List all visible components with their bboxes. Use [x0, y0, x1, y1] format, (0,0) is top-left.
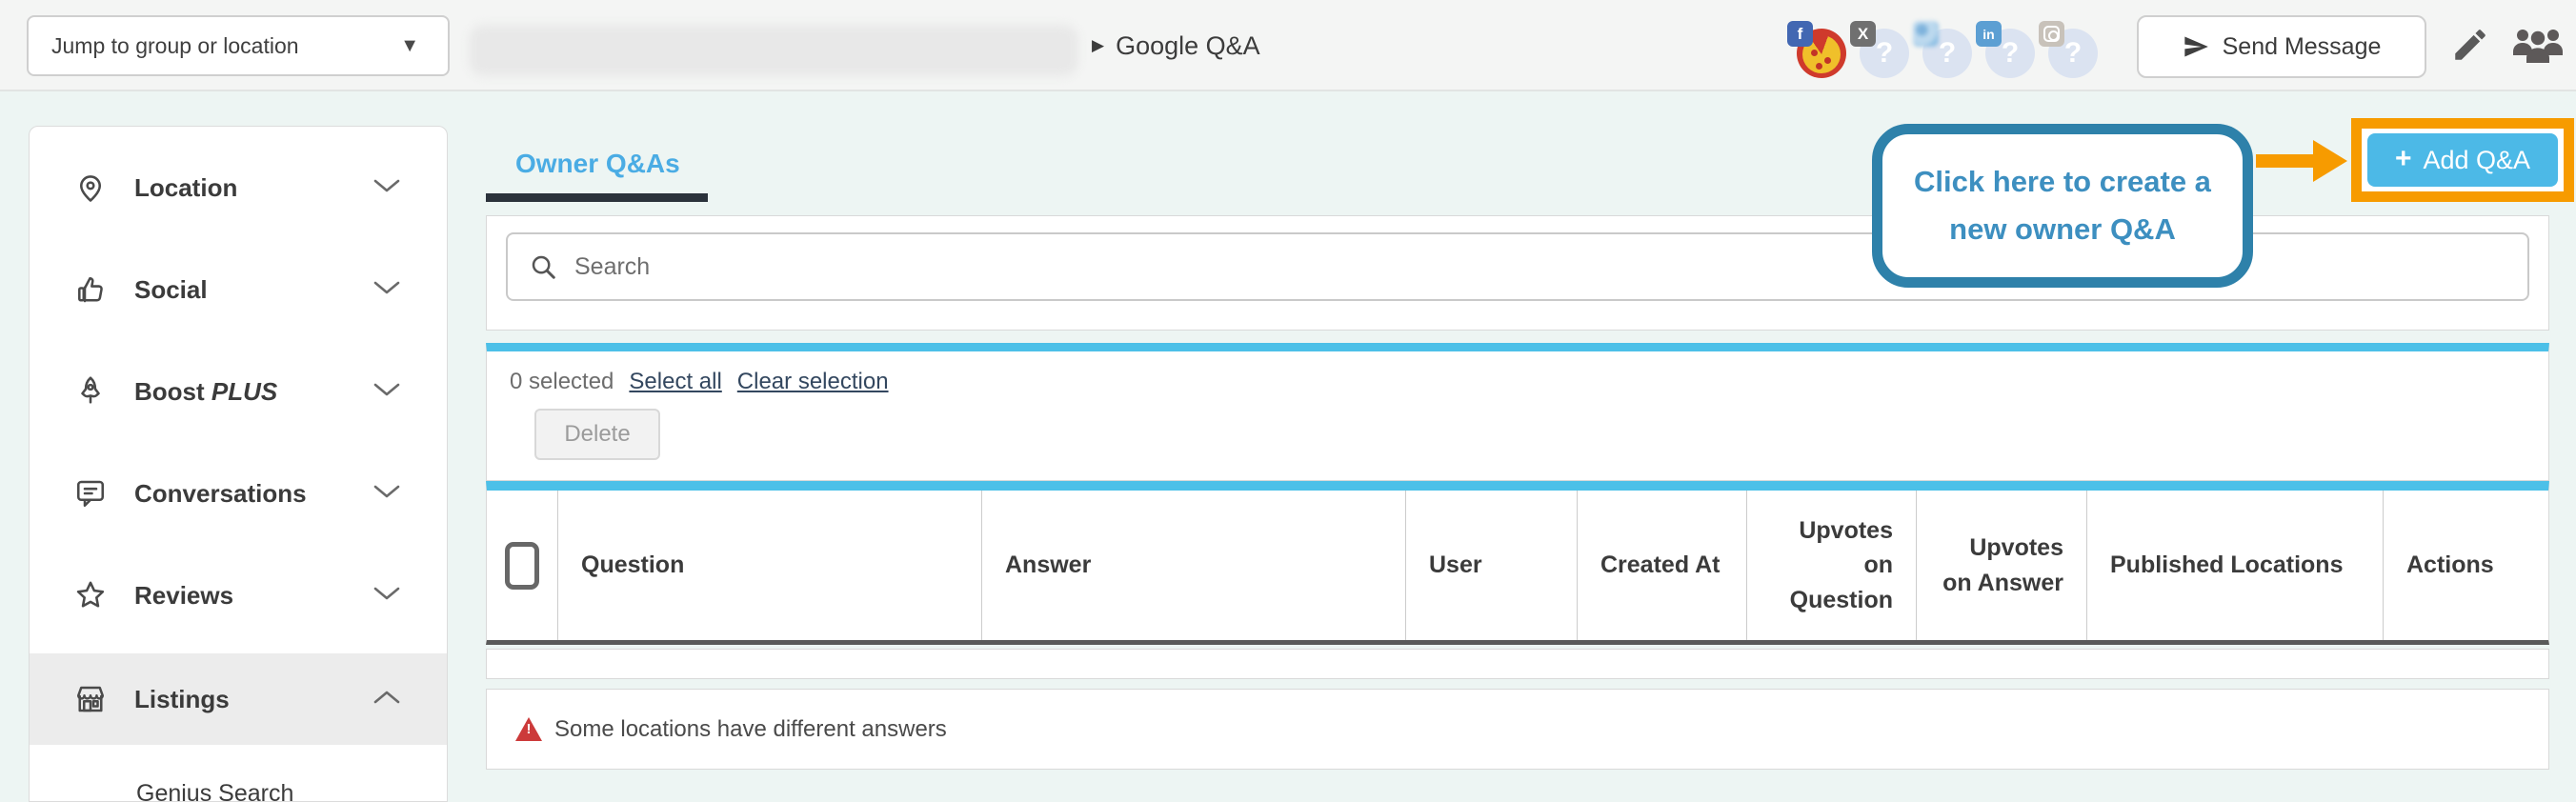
- send-message-button[interactable]: Send Message: [2137, 15, 2426, 78]
- breadcrumb-current-page: Google Q&A: [1116, 31, 1260, 61]
- blurred-social-icon: [1913, 21, 1939, 47]
- add-qa-button[interactable]: + Add Q&A: [2367, 133, 2558, 187]
- empty-table-row: [486, 649, 2549, 679]
- facebook-profile-avatar[interactable]: f: [1797, 29, 1846, 78]
- callout-line-1: Click here to create a: [1914, 158, 2211, 206]
- column-header-created-at[interactable]: Created At: [1578, 491, 1747, 640]
- column-header-actions[interactable]: Actions: [2384, 491, 2548, 640]
- tutorial-callout-bubble: Click here to create a new owner Q&A: [1872, 124, 2253, 288]
- search-icon: [529, 252, 557, 281]
- chevron-up-icon: [372, 689, 401, 711]
- x-profile-avatar[interactable]: X ?: [1860, 29, 1909, 78]
- sidebar-item-label: Social: [134, 275, 372, 305]
- sidebar-item-label: Boost PLUS: [134, 377, 372, 407]
- tab-owner-qas[interactable]: Owner Q&As: [515, 149, 680, 179]
- sidebar-subitem-genius-search[interactable]: Genius Search: [136, 780, 293, 802]
- column-header-answer[interactable]: Answer: [982, 491, 1406, 640]
- header-checkbox[interactable]: [505, 542, 539, 590]
- column-header-question[interactable]: Question: [558, 491, 982, 640]
- clear-selection-link[interactable]: Clear selection: [737, 369, 889, 395]
- rocket-icon: [71, 374, 110, 409]
- linkedin-icon: in: [1976, 21, 2002, 47]
- send-message-label: Send Message: [2223, 33, 2382, 61]
- breadcrumb: ▶ Google Q&A: [1092, 0, 1260, 91]
- chevron-down-icon: [372, 585, 401, 607]
- column-header-published-locations[interactable]: Published Locations: [2087, 491, 2384, 640]
- delete-button[interactable]: Delete: [534, 409, 660, 460]
- select-all-link[interactable]: Select all: [629, 369, 721, 395]
- selected-count: 0 selected: [510, 369, 614, 395]
- add-qa-label: Add Q&A: [2423, 146, 2530, 175]
- annotation-highlight-frame: + Add Q&A: [2351, 118, 2574, 202]
- social-profile-avatars: f X ? ? in ? ?: [1797, 29, 2098, 78]
- linkedin-profile-avatar[interactable]: in ?: [1985, 29, 2035, 78]
- blurred-profile-avatar[interactable]: ?: [1922, 29, 1972, 78]
- edit-pencil-icon[interactable]: [2450, 25, 2490, 70]
- plus-icon: +: [2395, 143, 2412, 175]
- plus-tier-badge: PLUS: [211, 377, 277, 406]
- storefront-icon: [71, 682, 110, 716]
- warning-message: Some locations have different answers: [554, 716, 947, 743]
- callout-line-2: new owner Q&A: [1949, 206, 2176, 253]
- annotation-arrow: [2256, 154, 2317, 168]
- sidebar-item-label: Listings: [134, 685, 372, 714]
- qa-table-header: Question Answer User Created At Upvotes …: [486, 481, 2549, 645]
- dropdown-caret-icon: ▼: [400, 35, 419, 57]
- selection-toolbar: 0 selected Select all Clear selection De…: [486, 343, 2549, 481]
- star-icon: [71, 578, 110, 612]
- instagram-icon: [2039, 21, 2064, 47]
- sidebar-navigation: Location Social Boost PLUS Conversations…: [29, 126, 448, 802]
- active-tab-indicator: [486, 193, 708, 202]
- redacted-location-name: [469, 25, 1078, 76]
- sidebar-item-label: Location: [134, 173, 372, 203]
- warning-triangle-icon: !: [515, 717, 542, 741]
- select-all-checkbox-cell: [487, 491, 558, 640]
- sidebar-item-conversations[interactable]: Conversations: [30, 448, 447, 539]
- facebook-icon: f: [1787, 21, 1813, 47]
- jump-dropdown-label: Jump to group or location: [51, 33, 299, 59]
- warning-row: ! Some locations have different answers: [486, 689, 2549, 770]
- column-header-upvotes-on-question[interactable]: Upvotes on Question: [1747, 491, 1917, 640]
- sidebar-item-reviews[interactable]: Reviews: [30, 550, 447, 641]
- sidebar-item-social[interactable]: Social: [30, 244, 447, 335]
- jump-to-group-dropdown[interactable]: Jump to group or location ▼: [27, 15, 450, 76]
- x-twitter-icon: X: [1850, 21, 1876, 47]
- paper-plane-icon: [2183, 33, 2209, 60]
- sidebar-item-listings[interactable]: Listings: [30, 653, 447, 745]
- map-pin-icon: [71, 170, 110, 205]
- chevron-down-icon: [372, 483, 401, 505]
- chevron-down-icon: [372, 177, 401, 199]
- users-group-icon[interactable]: [2511, 23, 2565, 70]
- sidebar-item-label: Reviews: [134, 581, 372, 611]
- thumbs-up-icon: [71, 272, 110, 307]
- column-header-upvotes-on-answer[interactable]: Upvotes on Answer: [1917, 491, 2087, 640]
- chevron-down-icon: [372, 279, 401, 301]
- sidebar-item-location[interactable]: Location: [30, 142, 447, 233]
- breadcrumb-arrow-icon: ▶: [1092, 36, 1104, 55]
- top-bar: Jump to group or location ▼ ▶ Google Q&A…: [0, 0, 2576, 91]
- chevron-down-icon: [372, 381, 401, 403]
- column-header-user[interactable]: User: [1406, 491, 1578, 640]
- sidebar-item-label: Conversations: [134, 479, 372, 509]
- annotation-arrow-head: [2313, 140, 2347, 182]
- instagram-profile-avatar[interactable]: ?: [2048, 29, 2098, 78]
- chat-bubble-icon: [71, 476, 110, 511]
- sidebar-item-boost-plus[interactable]: Boost PLUS: [30, 346, 447, 437]
